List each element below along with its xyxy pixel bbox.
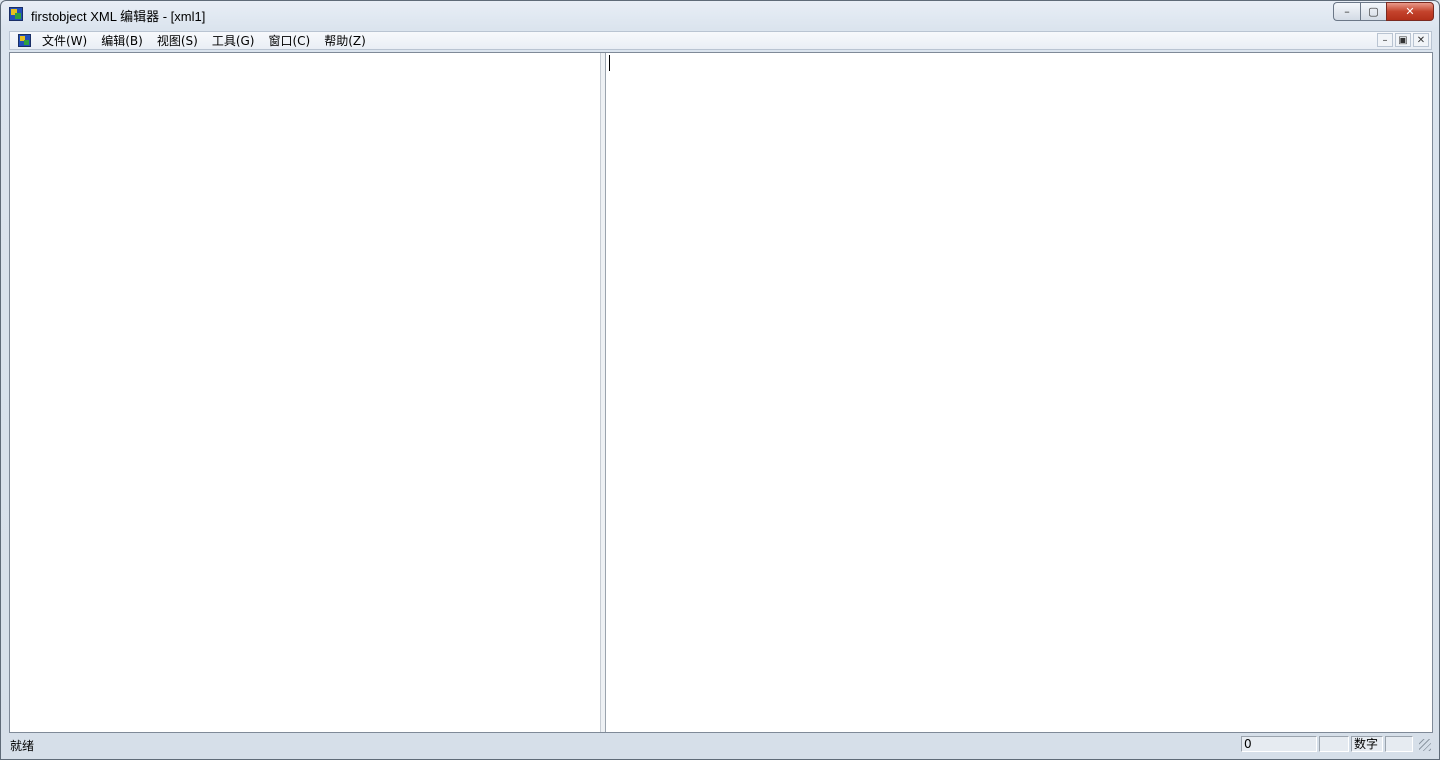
status-bar: 就绪 0 数字 xyxy=(7,735,1435,755)
status-blank-panel xyxy=(1319,736,1349,752)
close-button[interactable]: ✕ xyxy=(1386,2,1434,21)
restore-icon: ▣ xyxy=(1398,35,1408,46)
menu-window[interactable]: 窗口(C) xyxy=(262,33,318,49)
app-window: firstobject XML 编辑器 - [xml1] – ▢ ✕ 文件(W)… xyxy=(0,0,1440,760)
close-icon: ✕ xyxy=(1405,5,1415,18)
text-caret xyxy=(609,55,610,71)
menu-file[interactable]: 文件(W) xyxy=(35,33,94,49)
minimize-icon: – xyxy=(1382,35,1388,46)
maximize-button[interactable]: ▢ xyxy=(1360,2,1386,21)
minimize-button[interactable]: – xyxy=(1333,2,1360,21)
menu-bar: 文件(W) 编辑(B) 视图(S) 工具(G) 窗口(C) 帮助(Z) – ▣ … xyxy=(9,31,1432,50)
menu-help[interactable]: 帮助(Z) xyxy=(317,33,373,49)
xml-editor-pane[interactable] xyxy=(606,53,1432,732)
status-position: 0 xyxy=(1241,736,1317,752)
window-title: firstobject XML 编辑器 - [xml1] xyxy=(31,9,206,24)
document-restore-button[interactable]: ▣ xyxy=(1395,33,1411,47)
minimize-icon: – xyxy=(1344,5,1350,18)
window-controls: – ▢ ✕ xyxy=(1333,2,1434,21)
document-close-button[interactable]: ✕ xyxy=(1413,33,1429,47)
document-icon[interactable] xyxy=(18,34,31,47)
document-client-area xyxy=(9,52,1433,733)
restore-icon: ▢ xyxy=(1368,5,1379,18)
app-icon[interactable] xyxy=(9,7,23,21)
status-extra-panel xyxy=(1385,736,1413,752)
document-minimize-button[interactable]: – xyxy=(1377,33,1393,47)
menu-items: 文件(W) 编辑(B) 视图(S) 工具(G) 窗口(C) 帮助(Z) xyxy=(35,33,373,49)
menu-edit[interactable]: 编辑(B) xyxy=(94,33,150,49)
resize-grip[interactable] xyxy=(1419,739,1431,751)
status-message: 就绪 xyxy=(10,739,35,753)
title-bar[interactable]: firstobject XML 编辑器 - [xml1] – ▢ ✕ xyxy=(1,1,1439,29)
close-icon: ✕ xyxy=(1416,35,1426,46)
tree-view-pane[interactable] xyxy=(10,53,600,732)
status-num-indicator: 数字 xyxy=(1351,736,1383,752)
menu-view[interactable]: 视图(S) xyxy=(150,33,205,49)
menu-tools[interactable]: 工具(G) xyxy=(205,33,262,49)
document-window-controls: – ▣ ✕ xyxy=(1377,33,1429,47)
